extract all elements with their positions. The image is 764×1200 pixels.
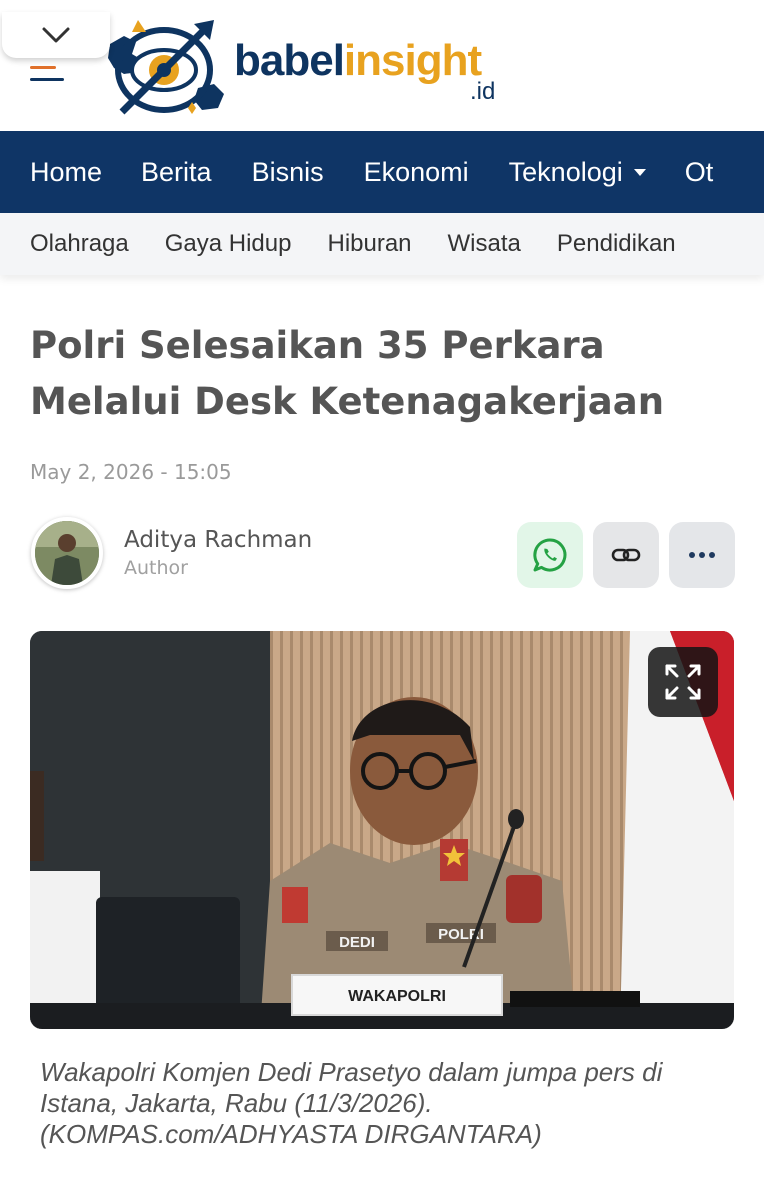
copy-link-button[interactable] [593,522,659,588]
nav-item-hiburan[interactable]: Hiburan [327,230,411,258]
nav-item-olahraga[interactable]: Olahraga [30,230,129,258]
author-name[interactable]: Aditya Rachman [124,527,312,553]
expand-icon [665,664,701,700]
collapse-toggle[interactable] [2,12,110,58]
nav-item-home[interactable]: Home [30,157,102,188]
badge-name-text: DEDI [339,934,375,951]
author-role: Author [124,557,188,579]
nameplate-text: WAKAPOLRI [348,988,446,1005]
share-whatsapp-button[interactable] [517,522,583,588]
nav-item-wisata[interactable]: Wisata [448,230,521,258]
more-options-button[interactable] [669,522,735,588]
nav-item-gaya-hidup[interactable]: Gaya Hidup [165,230,292,258]
hamburger-icon[interactable] [30,64,64,84]
press-conference-image: DEDI POLRI WAKAPOLRI [30,631,734,1029]
logo-wordmark: babelinsight [234,36,482,85]
chevron-down-icon [42,27,70,43]
site-logo[interactable]: babelinsight .id [102,14,512,126]
site-header: babelinsight .id [0,0,764,131]
secondary-nav: Olahraga Gaya Hidup Hiburan Wisata Pendi… [0,213,764,275]
caret-down-icon [633,169,646,176]
article-title: Polri Selesaikan 35 Perkara Melalui Desk… [30,324,665,423]
expand-image-button[interactable] [648,647,718,717]
logo-emblem [108,20,224,115]
article-date: May 2, 2026 - 15:05 [30,460,232,484]
nav-item-other[interactable]: Ot [685,157,714,188]
whatsapp-icon [533,538,567,572]
more-icon [689,552,715,558]
nav-item-ekonomi[interactable]: Ekonomi [364,157,469,188]
logo-suffix: .id [470,78,496,105]
link-icon [611,548,641,562]
nav-item-teknologi[interactable]: Teknologi [509,157,647,188]
author-avatar[interactable] [31,517,103,589]
primary-nav: Home Berita Bisnis Ekonomi Teknologi Ot [0,131,764,213]
article-photo[interactable]: DEDI POLRI WAKAPOLRI [30,631,734,1029]
nav-item-pendidikan[interactable]: Pendidikan [557,230,676,258]
nav-item-berita[interactable]: Berita [141,157,212,188]
photo-caption: Wakapolri Komjen Dedi Prasetyo dalam jum… [40,1057,663,1149]
nav-item-bisnis[interactable]: Bisnis [252,157,324,188]
